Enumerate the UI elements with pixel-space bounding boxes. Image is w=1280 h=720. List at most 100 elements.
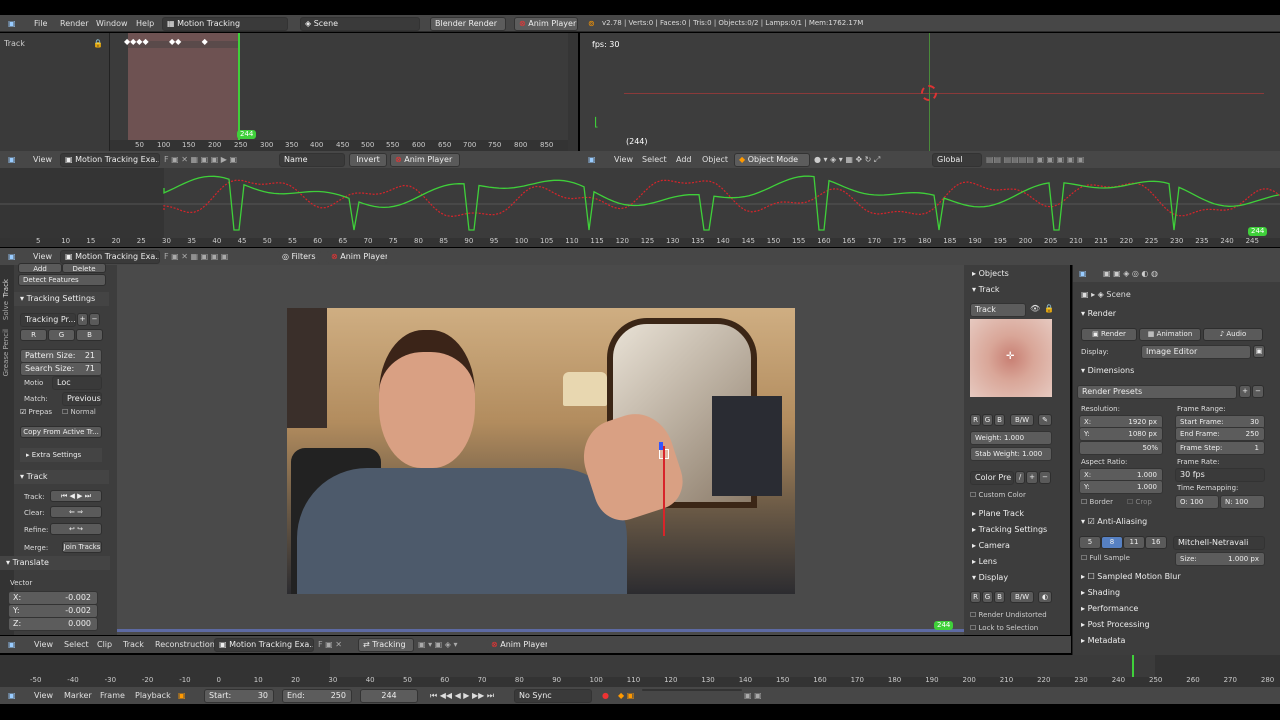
refine-controls[interactable]: ↩ ↪ [50,523,102,535]
presets-remove-button[interactable]: − [1252,385,1264,398]
viewport-menu-select[interactable]: Select [642,151,667,168]
vector-z-field[interactable]: Z: 0.000 [8,617,98,631]
preset-remove-button[interactable]: − [89,313,100,326]
footer-editor-type-icon[interactable]: ▣ [8,636,16,653]
color-preset-edit-icon[interactable]: / [1015,471,1025,484]
scene-selector[interactable]: ◈ Scene [300,17,420,31]
motion-select[interactable]: Loc [52,376,102,390]
join-tracks-button[interactable]: Join Tracks [62,541,102,553]
presets-add-button[interactable]: + [1239,385,1251,398]
viewport-3d[interactable]: fps: 30 ⌊ (244) [580,33,1280,151]
viewport-menu-view[interactable]: View [614,151,633,168]
menu-render[interactable]: Render [60,15,88,31]
start-frame-timeline-field[interactable]: Start: 30 [204,689,274,703]
vector-y-field[interactable]: Y: -0.002 [8,604,98,618]
aa-check-icon[interactable]: ☑ [1088,517,1095,526]
preview-edit-icon[interactable]: ✎ [1038,414,1052,426]
vector-x-field[interactable]: X: -0.002 [8,591,98,605]
footer-clip-icons[interactable]: F ▣ ✕ [318,636,342,653]
display-r-button[interactable]: R [970,591,981,603]
normalize-checkbox[interactable]: ☐ Normal [62,408,96,416]
dopesheet-scrollbar[interactable] [568,33,578,151]
preview-bw-button[interactable]: B/W [1010,414,1034,426]
metadata-header[interactable]: ▸ Metadata [1075,634,1269,648]
display-b-button[interactable]: B [994,591,1005,603]
animation-button[interactable]: ▦ Animation [1139,328,1201,341]
timeline-menu-playback[interactable]: Playback [135,687,171,704]
render-engine-select[interactable]: Blender Render [430,17,506,31]
current-frame-field[interactable]: 244 [360,689,418,703]
menu-help[interactable]: Help [136,15,154,31]
motion-blur-header[interactable]: ▸ ☐ Sampled Motion Blur [1075,570,1269,584]
resolution-y-field[interactable]: Y: 1080 px [1079,427,1163,441]
plane-track-header[interactable]: ▸ Plane Track [966,507,1058,521]
keying-icons[interactable]: ◆ ▣ [618,687,634,704]
clip-header-tool-icons[interactable]: F ▣ ✕ ▦ ▣ ▣ ▶ ▣ [164,151,237,168]
viewport-menu-add[interactable]: Add [676,151,692,168]
preview-b-button[interactable]: B [994,414,1005,426]
dopesheet-lock-icon[interactable]: 🔒 [93,39,103,48]
layout-selector[interactable]: ▦ Motion Tracking [162,17,288,31]
aa-size-field[interactable]: Size: 1.000 px [1175,552,1265,566]
display-mode-icon[interactable]: ▣ [1253,345,1265,358]
aa-sample-5[interactable]: 5 [1079,536,1101,549]
channel-r-button[interactable]: R [20,329,47,341]
footer-pivot-icons[interactable]: ▣ ▾ ▣ ◈ ▾ [418,636,457,653]
track-controls[interactable]: ⏮ ◀ ▶ ⏭ [50,490,102,502]
tracking-preset-select[interactable]: Tracking Pr... [20,313,76,327]
aa-sample-11[interactable]: 11 [1123,536,1145,549]
resolution-percent-field[interactable]: 50% [1079,441,1163,455]
clip2-editor-type-icon[interactable]: ▣ [8,248,16,265]
render-presets-select[interactable]: Render Presets [1077,385,1237,399]
prepass-checkbox[interactable]: ☑ Prepas [20,408,52,416]
post-processing-header[interactable]: ▸ Post Processing [1075,618,1269,632]
lens-header[interactable]: ▸ Lens [966,555,1058,569]
translate-header[interactable]: ▾ Translate [0,556,110,570]
display-header[interactable]: ▾ Display [966,571,1058,585]
footer-menu-select[interactable]: Select [64,636,89,653]
render-undistorted-checkbox[interactable]: ☐ Render Undistorted [970,611,1047,619]
remap-old-field[interactable]: O: 100 [1175,495,1219,509]
footer-menu-track[interactable]: Track [123,636,144,653]
tracking-mode-select[interactable]: ⇄ Tracking [358,638,414,652]
track-lock-icon[interactable]: 🔒 [1044,304,1054,313]
objects-panel-header[interactable]: ▸ Objects [966,267,1058,281]
timeline-menu-marker[interactable]: Marker [64,687,92,704]
timeline-playhead[interactable] [1132,655,1134,679]
clip-header-view-menu[interactable]: View [33,151,52,168]
preview-r-button[interactable]: R [970,414,981,426]
track-properties-header[interactable]: ▾ Track [966,283,1058,297]
tab-grease-pencil[interactable]: Grease Pencil [2,329,10,376]
color-preset-add-button[interactable]: + [1026,471,1038,484]
preview-g-button[interactable]: G [982,414,993,426]
render-button[interactable]: ▣ Render [1081,328,1137,341]
border-checkbox[interactable]: ☐ Border [1081,498,1113,506]
filters-button[interactable]: ◎ Filters [277,250,321,264]
channel-b-button[interactable]: B [76,329,103,341]
timeline[interactable]: -50 -40 -30 -20 -10 0 10 20 30 40 50 60 70 80 90 100 110… [0,655,1280,687]
lock-selection-checkbox[interactable]: ☐ Lock to Selection [970,624,1038,632]
record-icon[interactable]: ● [602,687,609,704]
dopesheet-playhead[interactable] [238,33,240,141]
frame-step-field[interactable]: Frame Step: 1 [1175,441,1265,455]
search-size-field[interactable]: Search Size: 71 [20,362,102,376]
aa-sample-8[interactable]: 8 [1101,536,1123,549]
clip-selector[interactable]: ▣ Motion Tracking Exa... [60,153,160,167]
footer-menu-clip[interactable]: Clip [97,636,112,653]
3d-cursor-icon[interactable] [921,85,937,101]
clip2-selector[interactable]: ▣ Motion Tracking Exa... [60,250,160,264]
audio-button[interactable]: ♪ Audio [1203,328,1263,341]
color-preset-remove-button[interactable]: − [1039,471,1051,484]
tracking-settings-section-header[interactable]: ▸ Tracking Settings [966,523,1058,537]
keying-set-select[interactable] [642,689,742,691]
editor-type-icon[interactable]: ▣ [8,15,16,31]
timeline-menu-view[interactable]: View [34,687,53,704]
crop-checkbox[interactable]: ☐ Crop [1127,498,1152,506]
viewport-editor-type-icon[interactable]: ▣ [588,151,596,168]
aspect-y-field[interactable]: Y: 1.000 [1079,480,1163,494]
preview-range-icon[interactable]: ▣ [178,687,186,704]
name-filter-field[interactable]: Name [279,153,345,167]
track-name-field[interactable]: Track [970,303,1026,317]
clip2-anim-player-button[interactable]: ⊗ Anim Player [326,250,388,264]
aa-filter-select[interactable]: Mitchell-Netravali [1173,536,1265,550]
